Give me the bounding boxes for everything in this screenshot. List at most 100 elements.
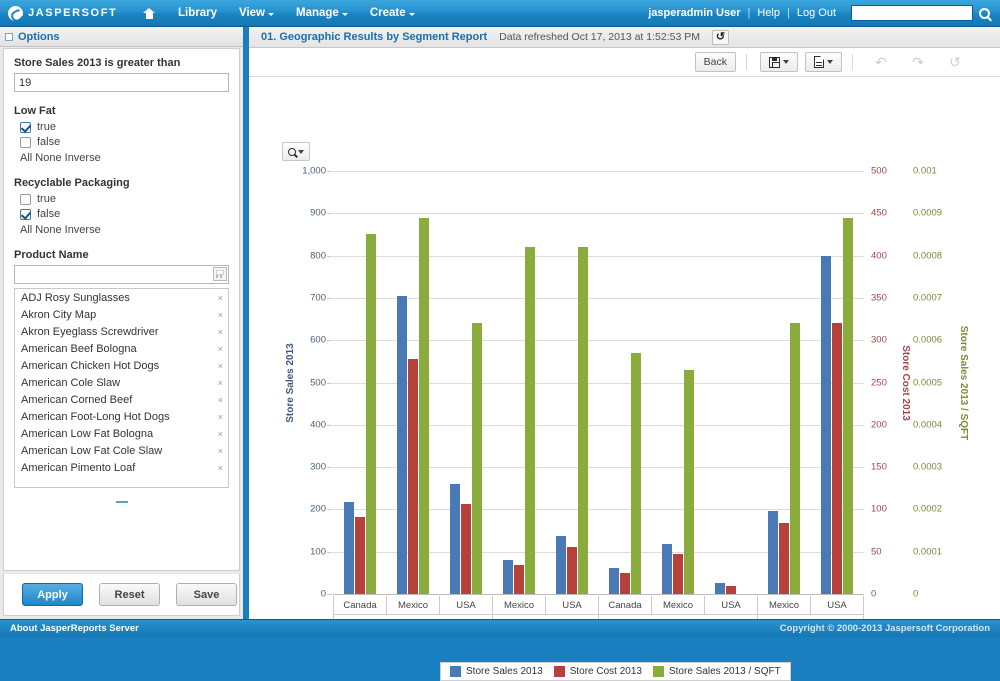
list-item[interactable]: Akron Eyeglass Screwdriver×: [15, 323, 228, 340]
list-item[interactable]: American Cole Slaw×: [15, 374, 228, 391]
bar[interactable]: [355, 517, 365, 594]
save-report-button[interactable]: [760, 52, 798, 72]
redo-button[interactable]: ↷: [903, 52, 933, 72]
logout-link[interactable]: Log Out: [790, 7, 843, 19]
low-fat-all-none-inverse[interactable]: All None Inverse: [20, 152, 229, 164]
nav-library[interactable]: Library: [167, 3, 228, 23]
save-button[interactable]: Save: [176, 583, 237, 606]
low-fat-true-checkbox[interactable]: [20, 122, 31, 133]
reset-button[interactable]: Reset: [99, 583, 160, 606]
options-panel-title: Options: [18, 31, 60, 43]
list-more-indicator[interactable]: [14, 494, 229, 506]
bar[interactable]: [620, 573, 630, 594]
recyclable-true-checkbox[interactable]: [20, 194, 31, 205]
refresh-data-button[interactable]: ↺: [712, 30, 729, 45]
bar[interactable]: [673, 554, 683, 594]
bar[interactable]: [768, 511, 778, 594]
bar[interactable]: [366, 234, 376, 594]
low-fat-false-row[interactable]: false: [20, 136, 229, 148]
recyclable-false-checkbox[interactable]: [20, 209, 31, 220]
product-name-search-input[interactable]: [14, 265, 229, 284]
bar[interactable]: [631, 353, 641, 594]
undo-all-button[interactable]: ↺: [940, 52, 970, 72]
bar[interactable]: [779, 523, 789, 594]
recyclable-true-row[interactable]: true: [20, 193, 229, 205]
list-item[interactable]: Akron City Map×: [15, 306, 228, 323]
nav-view[interactable]: View: [228, 3, 285, 23]
back-button[interactable]: Back: [695, 52, 736, 72]
remove-item-icon[interactable]: ×: [218, 412, 223, 422]
bar[interactable]: [726, 586, 736, 594]
collapse-panel-icon[interactable]: [5, 33, 13, 41]
recyclable-all-none-inverse[interactable]: All None Inverse: [20, 224, 229, 236]
nav-manage[interactable]: Manage: [285, 3, 359, 23]
remove-item-icon[interactable]: ×: [218, 327, 223, 337]
remove-item-icon[interactable]: ×: [218, 361, 223, 371]
remove-item-icon[interactable]: ×: [218, 293, 223, 303]
chart-zoom-tool-button[interactable]: [282, 142, 310, 161]
list-item[interactable]: American Corned Beef×: [15, 391, 228, 408]
report-area: 01. Geographic Results by Segment Report…: [249, 27, 1000, 619]
search-input[interactable]: [851, 5, 973, 21]
jaspersoft-logo[interactable]: JASPERSOFT: [0, 6, 132, 21]
list-item[interactable]: American Beef Bologna×: [15, 340, 228, 357]
bar[interactable]: [832, 323, 842, 594]
current-user-link[interactable]: jasperadmin User: [641, 7, 747, 19]
remove-item-icon[interactable]: ×: [218, 310, 223, 320]
low-fat-false-checkbox[interactable]: [20, 137, 31, 148]
bar[interactable]: [525, 247, 535, 594]
export-report-button[interactable]: [805, 52, 842, 72]
recyclable-false-row[interactable]: false: [20, 208, 229, 220]
list-item-label: ADJ Rosy Sunglasses: [21, 292, 130, 304]
apply-button[interactable]: Apply: [22, 583, 83, 606]
low-fat-false-label: false: [37, 136, 60, 148]
list-item[interactable]: ADJ Rosy Sunglasses ×: [15, 289, 228, 306]
list-item[interactable]: American Low Fat Cole Slaw×: [15, 442, 228, 459]
bar[interactable]: [567, 547, 577, 594]
help-link[interactable]: Help: [750, 7, 787, 19]
search-button[interactable]: [975, 4, 993, 22]
list-item[interactable]: American Low Fat Bologna×: [15, 425, 228, 442]
bar[interactable]: [821, 256, 831, 594]
bar[interactable]: [450, 484, 460, 594]
legend-item[interactable]: Store Cost 2013: [554, 666, 642, 677]
bar[interactable]: [514, 565, 524, 594]
bar[interactable]: [461, 504, 471, 594]
bar[interactable]: [662, 544, 672, 594]
list-picker-icon[interactable]: [213, 267, 227, 281]
legend-item[interactable]: Store Sales 2013: [450, 666, 543, 677]
list-item[interactable]: American Foot-Long Hot Dogs×: [15, 408, 228, 425]
search-icon: [979, 8, 990, 19]
store-sales-threshold-input[interactable]: [14, 73, 229, 92]
about-link[interactable]: About JasperReports Server: [10, 623, 139, 634]
low-fat-true-row[interactable]: true: [20, 121, 229, 133]
bar[interactable]: [556, 536, 566, 594]
remove-item-icon[interactable]: ×: [218, 378, 223, 388]
bar[interactable]: [843, 218, 853, 594]
bar[interactable]: [419, 218, 429, 594]
list-item[interactable]: American Chicken Hot Dogs×: [15, 357, 228, 374]
remove-item-icon[interactable]: ×: [218, 463, 223, 473]
remove-item-icon[interactable]: ×: [218, 395, 223, 405]
brand-text: JASPERSOFT: [28, 7, 117, 19]
remove-item-icon[interactable]: ×: [218, 344, 223, 354]
bar[interactable]: [790, 323, 800, 594]
bar[interactable]: [408, 359, 418, 594]
legend-item[interactable]: Store Sales 2013 / SQFT: [653, 666, 781, 677]
bar[interactable]: [397, 296, 407, 594]
nav-create[interactable]: Create: [359, 3, 426, 23]
product-name-list[interactable]: ADJ Rosy Sunglasses×Akron City Map×Akron…: [14, 288, 229, 488]
nav-home[interactable]: [132, 4, 167, 23]
bar[interactable]: [578, 247, 588, 594]
options-panel-header[interactable]: Options: [0, 27, 243, 47]
bar[interactable]: [344, 502, 354, 594]
list-item[interactable]: American Pimento Loaf×: [15, 459, 228, 476]
remove-item-icon[interactable]: ×: [218, 429, 223, 439]
remove-item-icon[interactable]: ×: [218, 446, 223, 456]
bar[interactable]: [503, 560, 513, 594]
undo-button[interactable]: ↶: [866, 52, 896, 72]
bar[interactable]: [684, 370, 694, 594]
bar[interactable]: [609, 568, 619, 594]
bar[interactable]: [472, 323, 482, 594]
bar[interactable]: [715, 583, 725, 594]
